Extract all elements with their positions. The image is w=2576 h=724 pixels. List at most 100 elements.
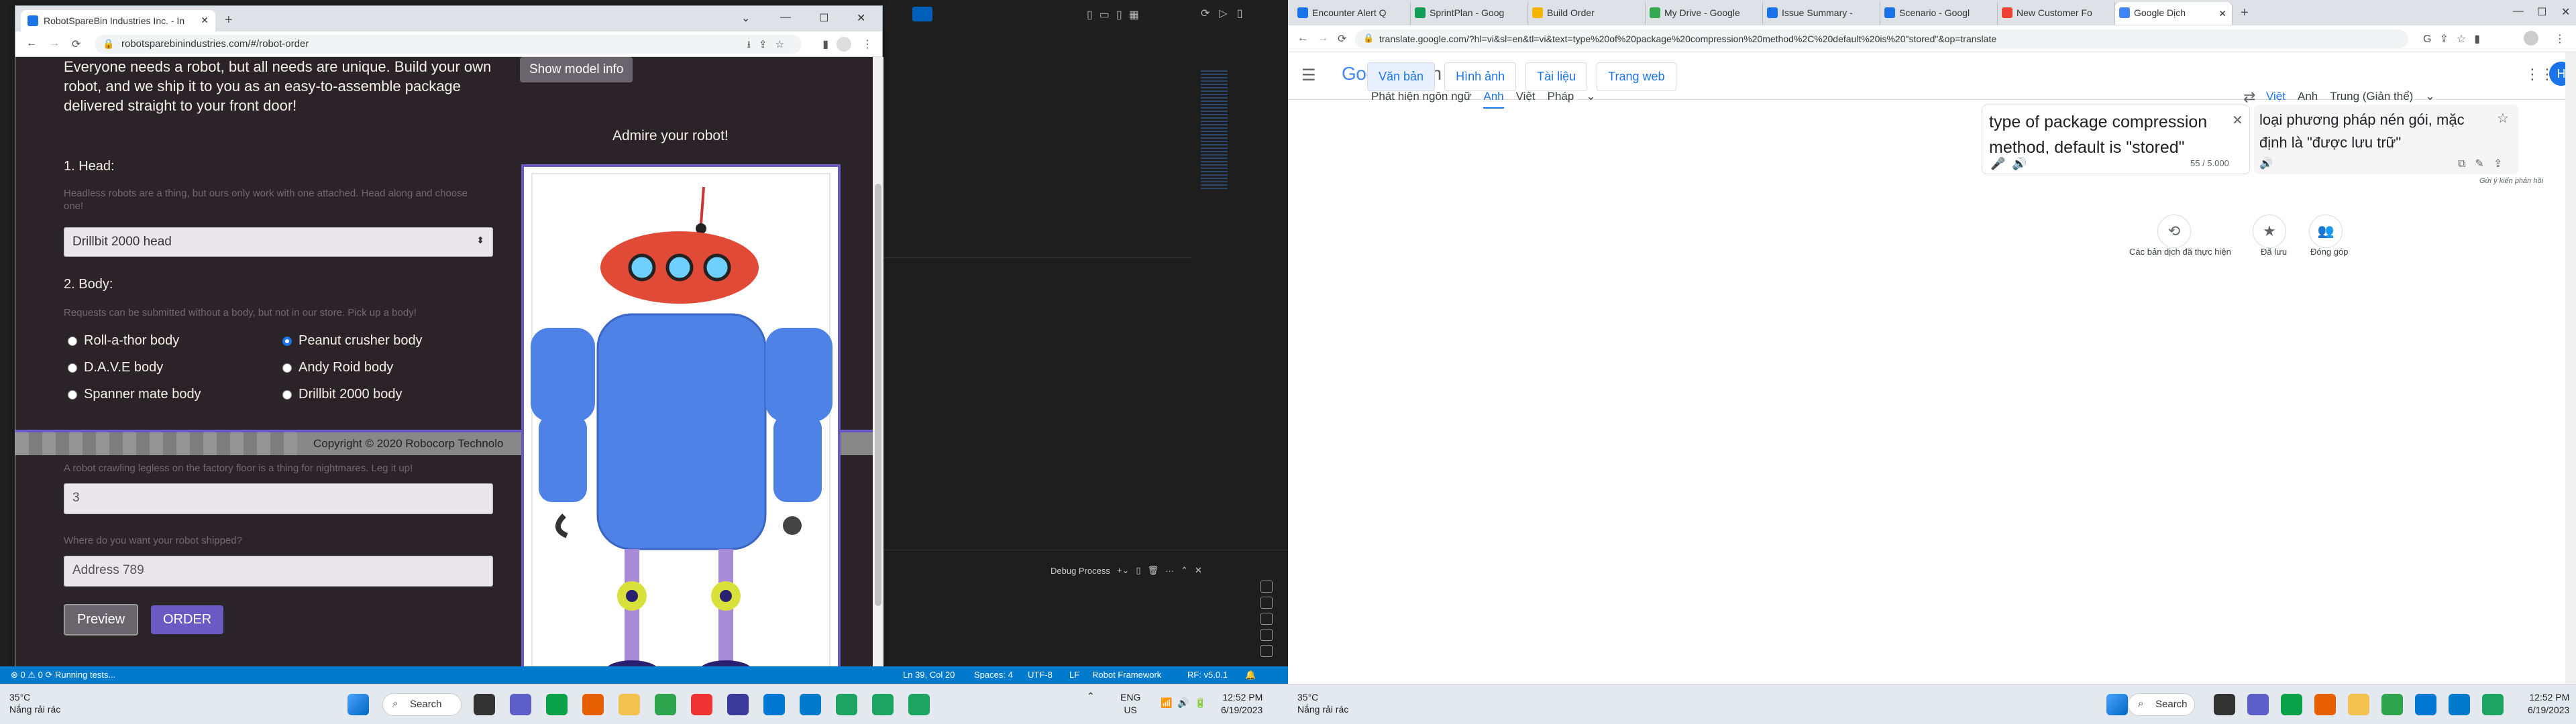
task-view-icon[interactable]	[2214, 694, 2235, 715]
speaker-icon[interactable]: 🔊	[2012, 157, 2027, 171]
task-view-icon[interactable]	[474, 694, 495, 715]
address-input[interactable]: Address 789	[64, 556, 493, 587]
weather-widget[interactable]: 35°C Nắng rải rác	[9, 691, 60, 715]
windows-start-icon[interactable]	[347, 694, 369, 715]
app-icon[interactable]	[655, 694, 676, 715]
copy-feedback-share-icons[interactable]: ⧉✎⇪	[2458, 157, 2512, 170]
tab-1[interactable]: Encounter Alert Q	[1293, 2, 1411, 25]
tab-text[interactable]: Văn bản	[1367, 62, 1436, 91]
source-text[interactable]: type of package compression method, defa…	[1989, 109, 2210, 160]
terminal-icon[interactable]	[1260, 581, 1273, 593]
file-explorer-icon[interactable]	[2348, 694, 2369, 715]
tray-chevron-icon[interactable]: ⌃	[1087, 690, 1095, 703]
chrome-icon-4[interactable]	[908, 694, 930, 715]
saved-star-icon[interactable]: ★	[2253, 215, 2286, 248]
page-scrollbar-thumb[interactable]	[875, 184, 881, 606]
speaker-icon[interactable]: 🔊	[2259, 157, 2273, 170]
teams-icon[interactable]	[2247, 694, 2269, 715]
forward-icon[interactable]: →	[1318, 32, 1328, 44]
tab-3[interactable]: Build Order	[1528, 2, 1646, 25]
radio-body-2[interactable]: Peanut crusher body	[282, 333, 423, 349]
address-bar[interactable]: 🔒 robotsparebinindustries.com/#/robot-or…	[95, 35, 802, 54]
vscode-minimap[interactable]	[1201, 70, 1228, 191]
app-icon-3[interactable]	[727, 694, 749, 715]
minimize-icon[interactable]: —	[2513, 5, 2524, 17]
taskbar-search[interactable]: ⌕ Search	[382, 693, 462, 716]
radio-circle[interactable]	[282, 389, 292, 400]
radio-body-1[interactable]: Roll-a-thor body	[68, 333, 179, 349]
back-icon[interactable]: ←	[26, 38, 37, 50]
add-icon[interactable]: +⌄	[1117, 565, 1129, 576]
reload-icon[interactable]: ⟳	[72, 38, 80, 51]
app-icon-2[interactable]	[691, 694, 712, 715]
status-spaces[interactable]: Spaces: 4	[974, 670, 1013, 680]
microphone-icon[interactable]: 🎤	[1990, 157, 2005, 171]
debug-icon[interactable]	[1260, 597, 1273, 609]
tab-6[interactable]: Scenario - Googl	[1880, 2, 1998, 25]
maximize-icon[interactable]: ☐	[2537, 5, 2546, 19]
windows-start-icon[interactable]	[2106, 694, 2128, 715]
lang-english[interactable]: Anh	[1483, 90, 1504, 109]
reload-icon[interactable]: ⟳	[1338, 32, 1346, 46]
radio-circle-selected[interactable]	[282, 336, 292, 346]
teams-icon[interactable]	[510, 694, 531, 715]
radio-body-4[interactable]: Andy Roid body	[282, 360, 393, 375]
swap-languages-icon[interactable]: ⇄	[2243, 88, 2255, 106]
profile-icon[interactable]	[2524, 31, 2538, 46]
outlook-icon[interactable]	[2415, 694, 2436, 715]
outlook-icon[interactable]	[763, 694, 785, 715]
tab-websites[interactable]: Trang web	[1597, 62, 1676, 91]
tab-5[interactable]: Issue Summary -	[1763, 2, 1880, 25]
menu-icon[interactable]: ⋮	[862, 38, 873, 51]
chevron-down-icon[interactable]: ⌄	[1586, 90, 1595, 109]
chrome-icon[interactable]	[546, 694, 568, 715]
radio-circle[interactable]	[68, 389, 77, 400]
radio-body-6[interactable]: Drillbit 2000 body	[282, 387, 402, 402]
feedback-link[interactable]: Gửi ý kiến phản hồi	[2479, 177, 2543, 185]
tab-2[interactable]: SprintPlan - Goog	[1411, 2, 1528, 25]
firefox-icon[interactable]	[582, 694, 604, 715]
vscode-icon[interactable]	[2449, 694, 2470, 715]
tab-robot-order[interactable]: RobotSpareBin Industries Inc. - In ✕	[21, 10, 215, 32]
chevron-down-icon[interactable]: ⌄	[741, 11, 750, 25]
radio-circle[interactable]	[282, 363, 292, 373]
history-label[interactable]: Các bản dịch đã thực hiện	[2129, 247, 2231, 257]
file-explorer-icon[interactable]	[619, 694, 640, 715]
address-bar[interactable]: 🔒 translate.google.com/?hl=vi&sl=en&tl=v…	[1355, 29, 2408, 48]
radio-circle[interactable]	[68, 336, 77, 346]
order-button[interactable]: ORDER	[151, 605, 224, 634]
language-indicator[interactable]: ENG US	[1120, 691, 1140, 717]
status-language[interactable]: Robot Framework	[1092, 670, 1161, 680]
head-select[interactable]: Drillbit 2000 head ⬍	[64, 227, 493, 257]
page-scrollbar[interactable]	[2565, 52, 2576, 684]
close-icon[interactable]: ✕	[1195, 565, 1202, 576]
show-model-info-button[interactable]: Show model info	[520, 57, 633, 82]
toolbar-icons[interactable]: G⇪☆▮	[2423, 32, 2488, 46]
tab-4[interactable]: My Drive - Google	[1646, 2, 1763, 25]
clock[interactable]: 12:52 PM 6/19/2023	[2528, 691, 2569, 717]
history-icon[interactable]: ⟲	[2157, 215, 2191, 248]
clear-text-icon[interactable]: ✕	[2232, 112, 2243, 129]
tab-images[interactable]: Hình ảnh	[1444, 62, 1517, 91]
new-tab-icon[interactable]: +	[225, 13, 233, 28]
chrome-icon[interactable]	[2281, 694, 2302, 715]
hamburger-menu-icon[interactable]: ☰	[1301, 66, 1316, 85]
app-icon[interactable]	[2381, 694, 2403, 715]
clock[interactable]: 12:52 PM 6/19/2023	[1221, 691, 1263, 717]
taskbar-search[interactable]: ⌕ Search	[2128, 693, 2195, 716]
contribute-label[interactable]: Đóng góp	[2310, 247, 2348, 257]
status-eol[interactable]: LF	[1069, 670, 1079, 680]
contribute-people-icon[interactable]: 👥	[2309, 215, 2343, 248]
debug-icon-4[interactable]	[1260, 645, 1273, 657]
close-tab-icon[interactable]: ✕	[201, 15, 209, 26]
radio-circle[interactable]	[68, 363, 77, 373]
vscode-icon[interactable]	[800, 694, 821, 715]
lang-french[interactable]: Pháp	[1548, 90, 1574, 109]
tab-google-translate[interactable]: Google Dịch ✕	[2115, 2, 2233, 25]
vscode-top-button[interactable]	[912, 7, 932, 21]
saved-label[interactable]: Đã lưu	[2261, 247, 2287, 257]
radio-body-5[interactable]: Spanner mate body	[68, 387, 201, 402]
status-problems[interactable]: ⊗ 0 ⚠ 0 ⟳ Running tests...	[11, 670, 115, 680]
tab-documents[interactable]: Tài liệu	[1525, 62, 1588, 91]
chevron-up-icon[interactable]: ⌃	[1181, 565, 1188, 576]
